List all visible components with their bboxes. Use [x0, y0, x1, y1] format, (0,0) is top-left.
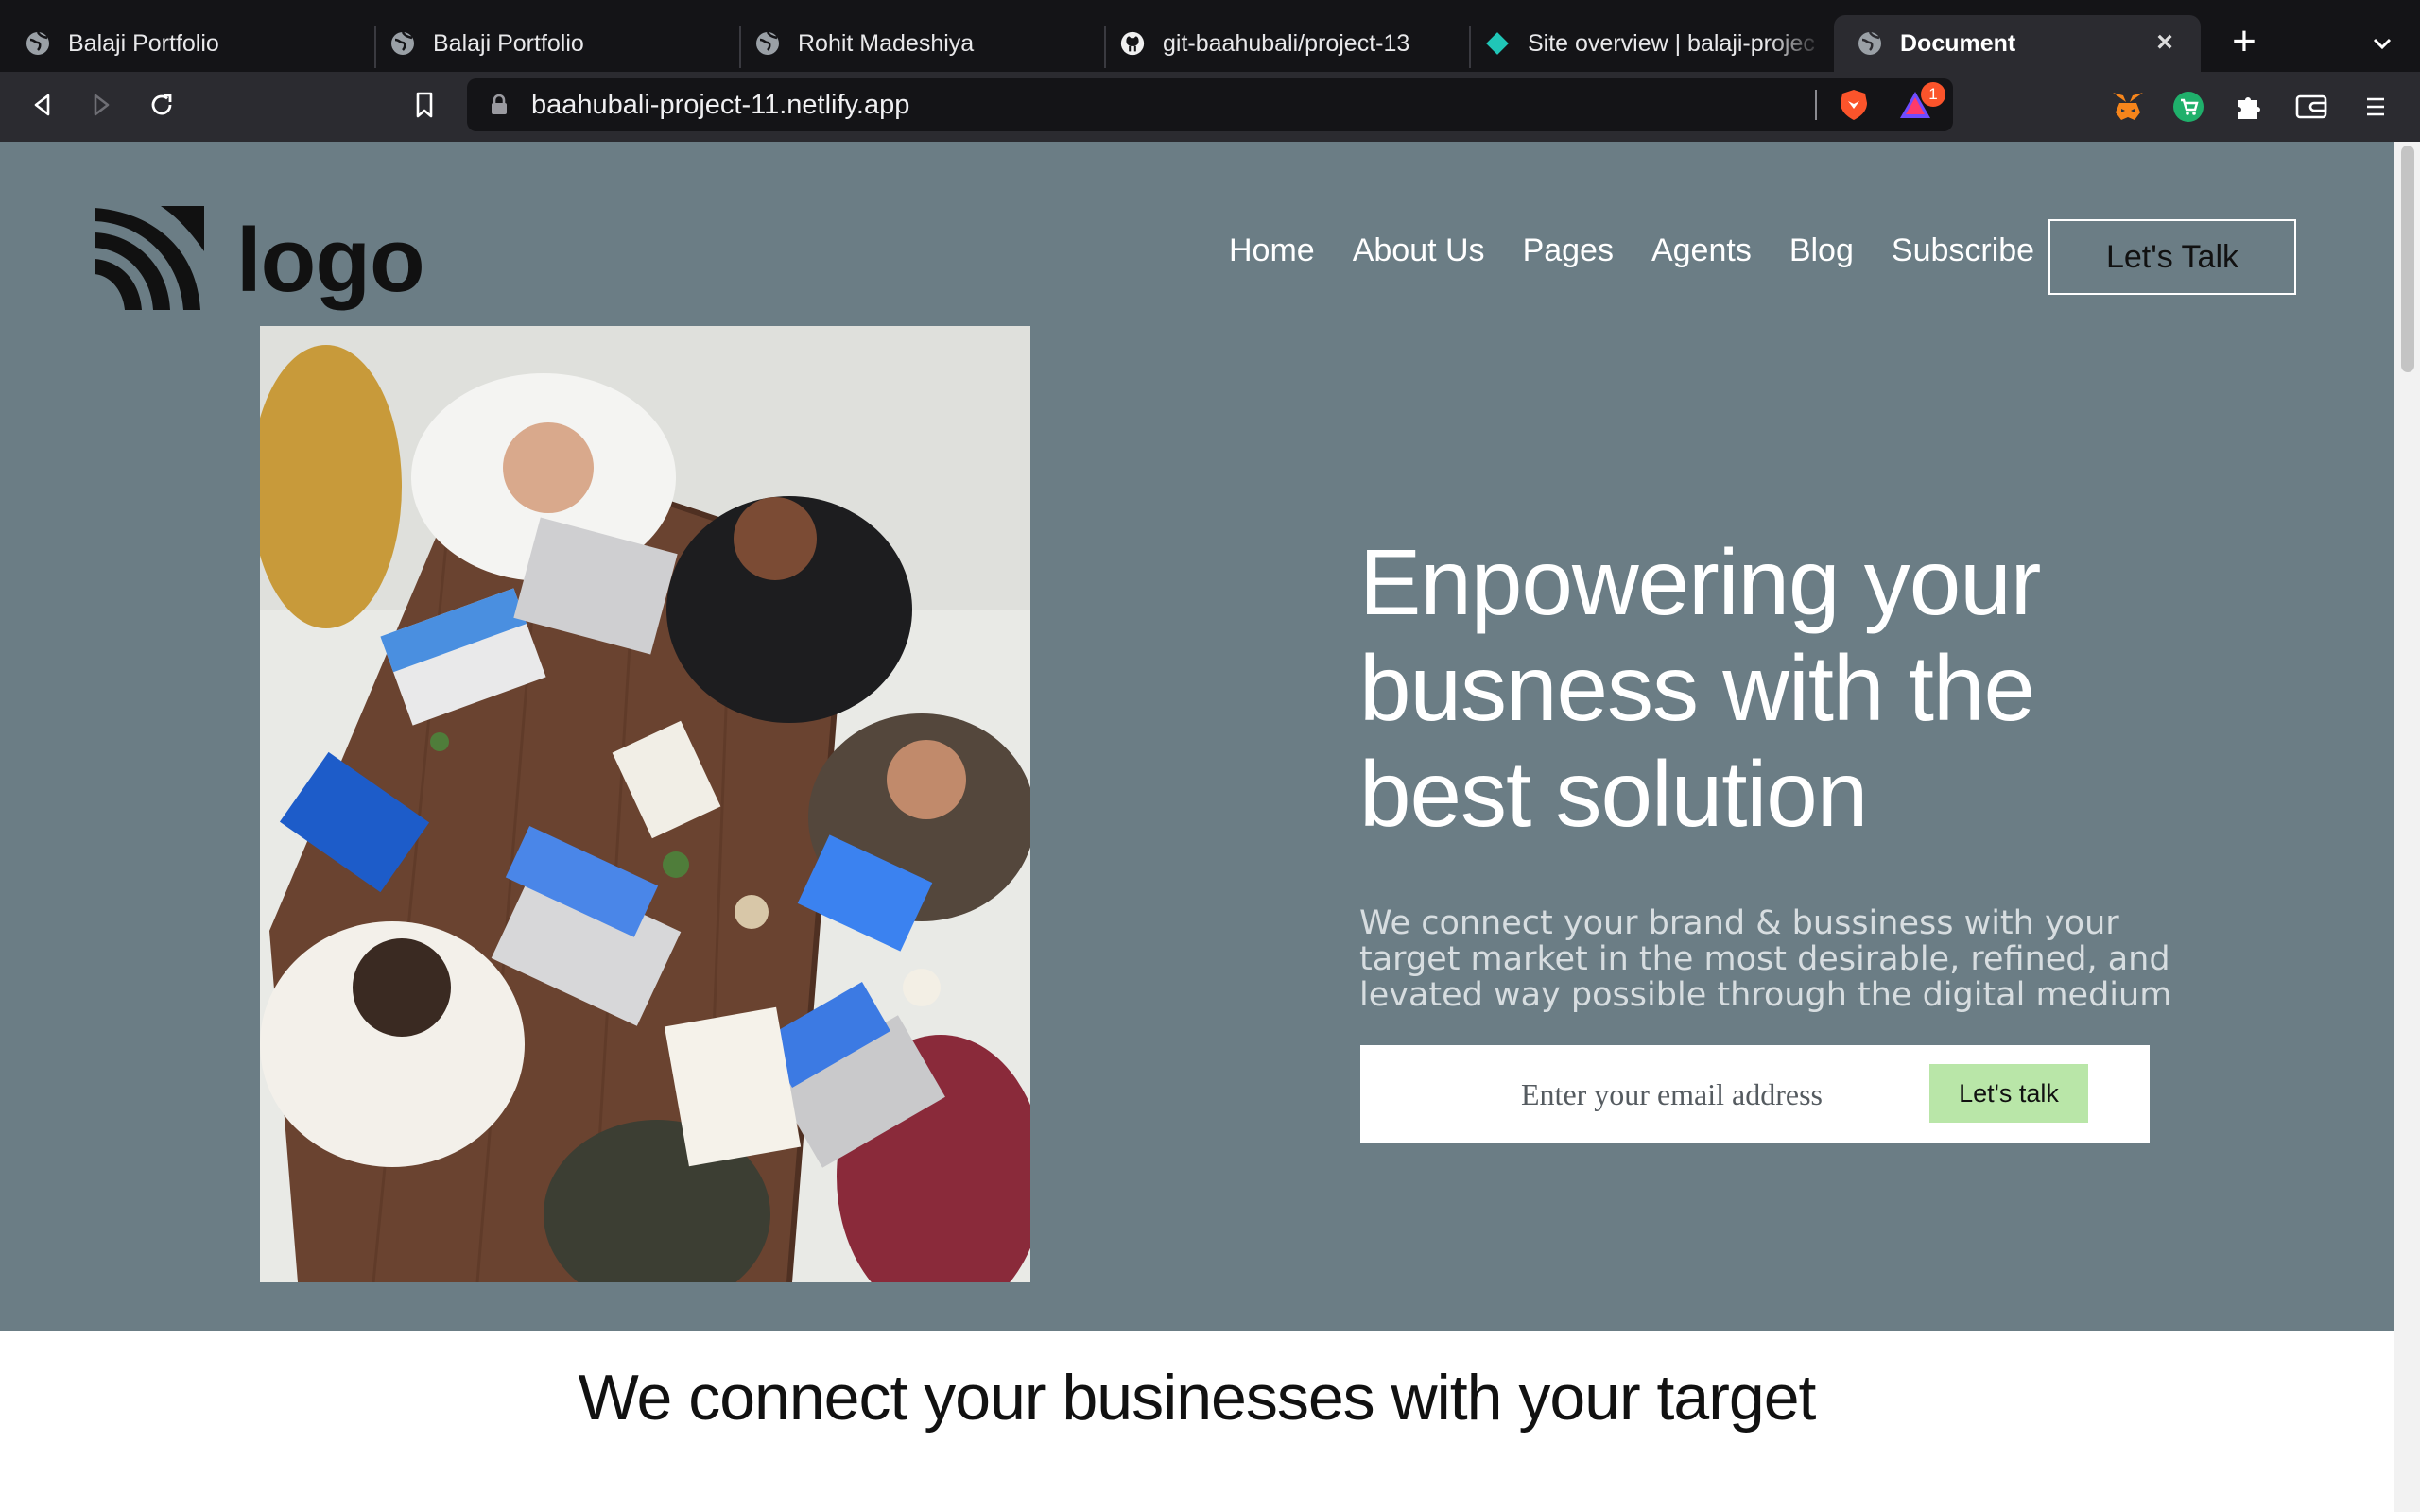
tab-list-chevron-icon[interactable]	[2365, 26, 2399, 60]
hero-subtext: We connect your brand & bussiness with y…	[1359, 904, 2172, 1014]
address-bar[interactable]: baahubali-project-11.netlify.app 1	[467, 78, 1953, 131]
nav-about-us[interactable]: About Us	[1353, 232, 1485, 269]
notification-badge: 1	[1921, 82, 1945, 107]
tab-separator	[374, 26, 376, 68]
new-tab-button[interactable]: +	[2223, 21, 2265, 64]
browser-tab[interactable]: Balaji Portfolio	[389, 15, 730, 72]
tab-title: Balaji Portfolio	[433, 29, 584, 57]
logo-mark-icon	[93, 204, 204, 317]
extensions-puzzle-icon[interactable]	[2229, 87, 2269, 127]
tab-separator	[1104, 26, 1106, 68]
nav-home[interactable]: Home	[1229, 232, 1315, 269]
tab-separator	[1469, 26, 1471, 68]
close-icon[interactable]: ×	[2150, 28, 2180, 59]
scrollbar-thumb[interactable]	[2401, 146, 2414, 372]
browser-tab-active[interactable]: Document ×	[1834, 15, 2201, 72]
bookmark-icon[interactable]	[403, 83, 446, 127]
section-title: We connect your businesses with your tar…	[578, 1362, 1817, 1434]
webpage: logo Home About Us Pages Agents Blog Sub…	[0, 142, 2394, 1512]
hero-team-meeting-image	[260, 326, 1030, 1282]
lock-icon	[490, 94, 509, 116]
forward-button[interactable]	[79, 83, 123, 127]
globe-icon	[754, 30, 781, 57]
netlify-icon	[1484, 30, 1511, 57]
hero-headline: Enpowering your busness with the best so…	[1359, 530, 2041, 846]
site-logo[interactable]: logo	[93, 204, 425, 317]
email-input[interactable]	[1521, 1072, 1861, 1117]
globe-icon	[389, 30, 416, 57]
main-nav: Home About Us Pages Agents Blog Subscrib…	[1229, 232, 2072, 269]
wallet-icon[interactable]	[2291, 87, 2331, 127]
shopping-cart-extension-icon[interactable]	[2169, 87, 2208, 127]
tab-title: Rohit Madeshiya	[798, 29, 975, 57]
tab-title: Balaji Portfolio	[68, 29, 219, 57]
brave-shields-icon[interactable]	[1838, 88, 1870, 127]
url-text: baahubali-project-11.netlify.app	[531, 90, 910, 120]
browser-tab[interactable]: Rohit Madeshiya	[754, 15, 1095, 72]
globe-icon	[1857, 30, 1883, 57]
tab-title: git-baahubali/project-13	[1163, 29, 1410, 57]
browser-tab[interactable]: Site overview | balaji-projec	[1484, 15, 1824, 72]
globe-icon	[25, 30, 51, 57]
nav-subscribe[interactable]: Subscribe	[1892, 232, 2034, 269]
nav-blog[interactable]: Blog	[1789, 232, 1854, 269]
back-button[interactable]	[21, 83, 64, 127]
nav-agents[interactable]: Agents	[1651, 232, 1752, 269]
browser-tab[interactable]: git-baahubali/project-13	[1119, 15, 1460, 72]
url-divider	[1815, 90, 1817, 120]
browser-tab[interactable]: Balaji Portfolio	[25, 15, 365, 72]
lets-talk-button[interactable]: Let's Talk	[2048, 219, 2296, 295]
nav-pages[interactable]: Pages	[1523, 232, 1614, 269]
submit-lets-talk-button[interactable]: Let's talk	[1929, 1064, 2088, 1123]
tab-separator	[739, 26, 741, 68]
page-scrollbar[interactable]	[2394, 142, 2420, 1512]
logo-text: logo	[236, 209, 425, 311]
metamask-fox-icon[interactable]	[2108, 87, 2148, 127]
tab-title: Document	[1900, 29, 2016, 57]
reload-button[interactable]	[140, 83, 183, 127]
github-icon	[1119, 30, 1146, 57]
menu-hamburger-icon[interactable]	[2356, 87, 2395, 127]
email-signup-form: Let's talk	[1360, 1045, 2150, 1143]
tab-title-fade	[1768, 15, 1824, 72]
hero-section: logo Home About Us Pages Agents Blog Sub…	[0, 142, 2394, 1331]
